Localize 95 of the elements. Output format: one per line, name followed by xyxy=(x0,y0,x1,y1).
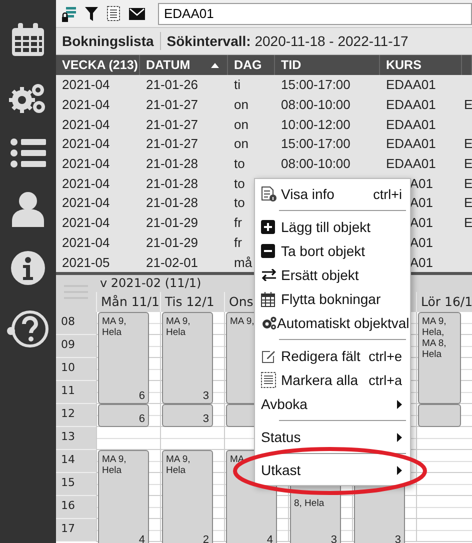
table-cell: EDAA01 xyxy=(386,156,433,172)
table-cell: 2021-04 xyxy=(62,97,110,112)
table-cell: 08:00-10:00 xyxy=(281,156,350,172)
calendar-icon xyxy=(261,292,275,306)
submenu-caret-icon xyxy=(397,400,402,408)
day-header[interactable]: Lör 16/1 xyxy=(416,292,472,312)
select-list-icon xyxy=(261,372,276,388)
table-cell: E xyxy=(464,215,472,230)
table-cell: 2021-05 xyxy=(62,254,110,270)
table-cell: 2021-04 xyxy=(62,77,110,92)
booking-block[interactable]: MA 9, Hela 6 xyxy=(98,312,149,404)
table-cell: 08:00-10:00 xyxy=(281,97,350,112)
table-cell: E xyxy=(464,195,472,210)
filter-icon[interactable] xyxy=(85,6,98,20)
submenu-caret-icon xyxy=(397,432,402,442)
table-cell: EDAA01 xyxy=(386,136,433,152)
table-cell: 2021-04 xyxy=(62,156,110,172)
table-cell: E xyxy=(464,97,472,112)
plus-icon xyxy=(261,220,275,234)
table-cell-text: A01 xyxy=(408,176,433,191)
menu-item[interactable]: Ta bort objekt xyxy=(255,239,410,263)
table-cell: E xyxy=(464,176,472,191)
table-cell-text: A01 xyxy=(408,254,433,270)
table-cell: to xyxy=(234,176,245,191)
menu-item[interactable]: Lägg till objekt xyxy=(255,215,410,239)
table-cell: 2021-04 xyxy=(62,215,110,230)
table-cell: fr xyxy=(234,215,242,230)
day-header[interactable]: Tis 12/1 xyxy=(160,292,224,312)
table-cell: 10:00-12:00 xyxy=(281,116,350,132)
table-cell: on xyxy=(234,116,248,132)
table-cell: 21-01-29 xyxy=(146,215,198,230)
table-cell: 21-01-28 xyxy=(146,176,198,191)
search-field[interactable]: EDAA01 xyxy=(158,2,472,24)
table-cell: 15:00-17:00 xyxy=(281,136,350,152)
booking-block[interactable]: MA 9, Hela, MA 8, Hela xyxy=(418,312,461,404)
table-cell: fr xyxy=(234,234,242,250)
table-cell: on xyxy=(234,136,248,152)
column-header[interactable]: DATUM xyxy=(146,58,190,72)
table-cell: 21-01-26 xyxy=(146,77,198,92)
sort-icon[interactable] xyxy=(211,62,219,68)
table-cell: 2021-04 xyxy=(62,176,110,191)
submenu-caret-icon xyxy=(397,466,402,474)
table-cell: må xyxy=(234,254,252,270)
calendar-icon[interactable] xyxy=(10,22,46,58)
table-cell-text: A01 xyxy=(408,195,433,210)
booking-block[interactable]: MA 9, Hela 2 xyxy=(162,450,213,543)
user-icon[interactable] xyxy=(12,191,44,227)
table-cell: 2021-04 xyxy=(62,195,110,210)
table-cell: EDAA01 xyxy=(386,97,433,112)
table-cell: 15:00-17:00 xyxy=(281,77,350,92)
table-cell: 21-01-28 xyxy=(146,195,198,210)
select-list-icon[interactable] xyxy=(107,6,120,21)
table-cell: to xyxy=(234,195,245,210)
booking-block[interactable]: MA 9, Hela 4 xyxy=(98,450,149,543)
table-cell: E xyxy=(464,156,472,172)
list-title: Bokningslista xyxy=(62,33,154,49)
menu-item[interactable]: Visa info ctrl+i xyxy=(255,182,410,206)
booking-block[interactable]: 6 xyxy=(98,404,149,427)
table-cell-text: A01 xyxy=(408,215,433,230)
table-cell: EDAA01 xyxy=(386,116,433,132)
info-icon[interactable] xyxy=(10,250,46,286)
table-cell: 21-02-01 xyxy=(146,254,198,270)
booking-block[interactable]: MA 9, Hela 3 xyxy=(162,312,213,404)
table-cell: 21-01-27 xyxy=(146,116,198,132)
table-cell: to xyxy=(234,156,245,172)
edit-icon xyxy=(261,348,276,364)
column-header[interactable]: KURS xyxy=(386,58,422,72)
table-cell: 21-01-27 xyxy=(146,97,198,112)
gears-icon xyxy=(261,316,277,330)
table-cell: 2021-04 xyxy=(62,116,110,132)
table-cell: 21-01-27 xyxy=(146,136,198,152)
table-cell: 21-01-28 xyxy=(146,156,198,172)
column-header[interactable]: DAG xyxy=(234,58,262,72)
table-cell: EDAA01 xyxy=(386,77,433,92)
table-cell: 21-01-29 xyxy=(146,234,198,250)
settings-icon[interactable] xyxy=(9,81,47,115)
help-icon[interactable] xyxy=(6,309,50,349)
table-cell-text: A01 xyxy=(408,234,433,250)
info-document-icon xyxy=(261,186,277,202)
table-cell: ti xyxy=(234,77,240,92)
table-cell: 2021-04 xyxy=(62,234,110,250)
menu-item[interactable]: Status xyxy=(255,425,410,449)
table-cell: 2021-04 xyxy=(62,136,110,152)
booking-block[interactable]: 3 xyxy=(162,404,213,427)
swap-arrows-icon xyxy=(261,269,277,281)
column-header[interactable]: TID xyxy=(281,58,302,72)
envelope-icon[interactable] xyxy=(129,8,145,20)
minus-icon xyxy=(261,244,275,258)
day-header[interactable]: Mån 11/1 xyxy=(96,292,160,312)
search-interval: Sökintervall: 2020-11-18 - 2022-11-17 xyxy=(166,33,408,49)
column-header[interactable]: VECKA (213) xyxy=(62,58,138,72)
list-icon[interactable] xyxy=(10,138,46,168)
list-lock-icon[interactable] xyxy=(62,6,76,22)
table-cell: E xyxy=(464,136,472,152)
table-cell: on xyxy=(234,97,248,112)
